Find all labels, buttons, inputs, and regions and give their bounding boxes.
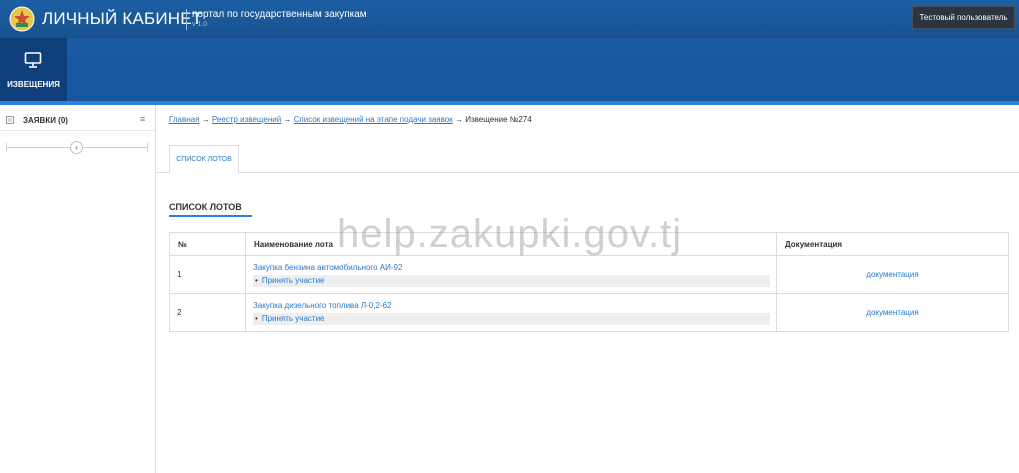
column-header-number: № bbox=[169, 232, 246, 256]
participate-link[interactable]: Принять участие bbox=[262, 314, 325, 323]
hamburger-menu-icon[interactable]: ≡ bbox=[140, 115, 145, 124]
documentation-cell: документация bbox=[776, 255, 1009, 294]
main-navbar: ИЗВЕЩЕНИЯ bbox=[0, 38, 1019, 101]
breadcrumb-link-home[interactable]: Главная bbox=[169, 115, 199, 124]
sidebar-item-applications[interactable]: ЗАЯВКИ (0) ≡ bbox=[0, 105, 155, 131]
documentation-link[interactable]: документация bbox=[866, 308, 918, 317]
title-divider bbox=[186, 9, 187, 30]
portal-version: v 1.0 bbox=[192, 21, 208, 28]
column-header-lot-name: Наименование лота bbox=[245, 232, 777, 256]
breadcrumb-separator: → bbox=[283, 115, 294, 124]
divider-tick bbox=[147, 143, 148, 152]
breadcrumb-link-notice-list[interactable]: Список извещений на этапе подачи заявок bbox=[294, 115, 453, 124]
lot-number: 2 bbox=[169, 293, 246, 332]
user-menu-button[interactable]: Тестовый пользователь bbox=[912, 6, 1015, 29]
lot-name-cell: Закупка бензина автомобильного АИ-92 • Пр… bbox=[245, 255, 777, 294]
monitor-icon bbox=[24, 52, 42, 68]
emblem-logo-icon bbox=[9, 6, 35, 32]
bullet-icon: • bbox=[255, 313, 258, 323]
sidebar: ЗАЯВКИ (0) ≡ ‹ bbox=[0, 105, 156, 473]
participate-action-bar: • Принять участие bbox=[253, 274, 770, 287]
list-icon bbox=[6, 116, 14, 124]
sidebar-item-label: ЗАЯВКИ (0) bbox=[23, 116, 68, 125]
sidebar-collapse-button[interactable]: ‹ bbox=[70, 141, 83, 154]
participate-link[interactable]: Принять участие bbox=[262, 276, 325, 285]
section-title: СПИСОК ЛОТОВ bbox=[169, 202, 242, 212]
nav-item-label: ИЗВЕЩЕНИЯ bbox=[7, 80, 60, 89]
top-header: ЛИЧНЫЙ КАБИНЕТ портал по государственным… bbox=[0, 0, 1019, 38]
column-header-documentation: Документация bbox=[776, 232, 1009, 256]
tab-strip-border bbox=[156, 172, 1019, 173]
table-header-row: № Наименование лота Документация bbox=[169, 232, 1009, 256]
lots-table: № Наименование лота Документация 1 Закуп… bbox=[169, 232, 1009, 332]
app-title: ЛИЧНЫЙ КАБИНЕТ bbox=[42, 9, 203, 28]
lot-number: 1 bbox=[169, 255, 246, 294]
lot-name-cell: Закупка дизельного топлива Л-0,2-62 • При… bbox=[245, 293, 777, 332]
lot-name-link[interactable]: Закупка дизельного топлива Л-0,2-62 bbox=[253, 301, 770, 310]
table-row: 2 Закупка дизельного топлива Л-0,2-62 • П… bbox=[169, 293, 1009, 332]
participate-action-bar: • Принять участие bbox=[253, 312, 770, 325]
divider-tick bbox=[6, 143, 7, 152]
portal-subtitle: портал по государственным закупкам bbox=[192, 9, 367, 20]
tab-lot-list[interactable]: СПИСОК ЛОТОВ bbox=[169, 145, 239, 173]
nav-item-notices[interactable]: ИЗВЕЩЕНИЯ bbox=[0, 38, 67, 101]
bullet-icon: • bbox=[255, 275, 258, 285]
breadcrumb-separator: → bbox=[201, 115, 212, 124]
lot-name-link[interactable]: Закупка бензина автомобильного АИ-92 bbox=[253, 263, 770, 272]
documentation-cell: документация bbox=[776, 293, 1009, 332]
breadcrumb-link-registry[interactable]: Реестр извещений bbox=[212, 115, 281, 124]
section-underline bbox=[169, 215, 252, 217]
breadcrumb: Главная → Реестр извещений → Список изве… bbox=[169, 115, 532, 124]
table-row: 1 Закупка бензина автомобильного АИ-92 •… bbox=[169, 255, 1009, 294]
breadcrumb-current: Извещение №274 bbox=[465, 115, 532, 124]
documentation-link[interactable]: документация bbox=[866, 270, 918, 279]
breadcrumb-separator: → bbox=[454, 115, 466, 124]
